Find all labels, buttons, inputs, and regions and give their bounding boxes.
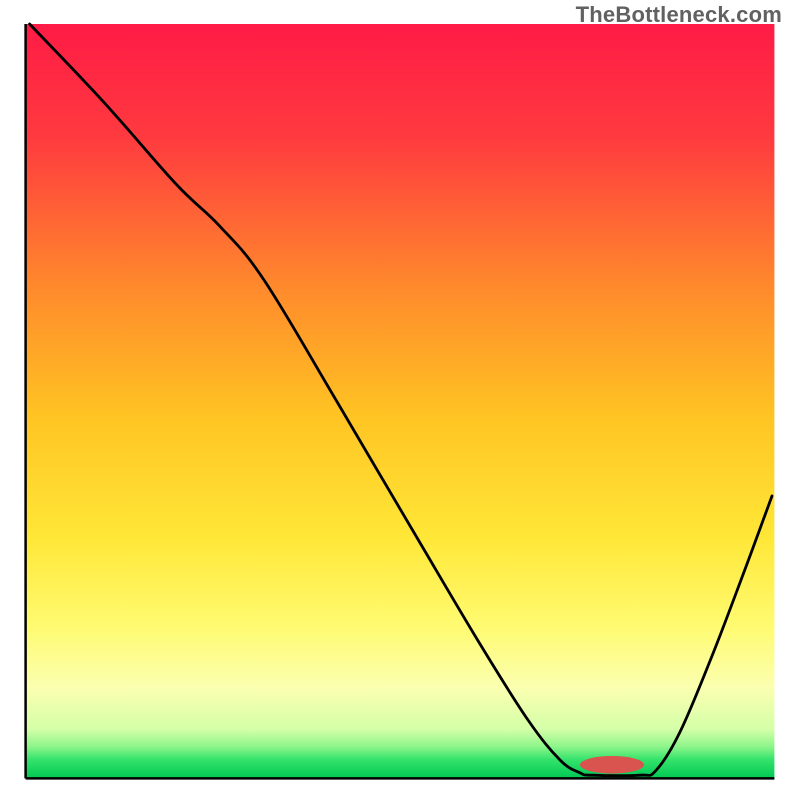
chart-svg <box>0 0 800 800</box>
bottleneck-chart: TheBottleneck.com <box>0 0 800 800</box>
optimum-marker <box>580 756 644 774</box>
chart-background <box>26 24 775 778</box>
